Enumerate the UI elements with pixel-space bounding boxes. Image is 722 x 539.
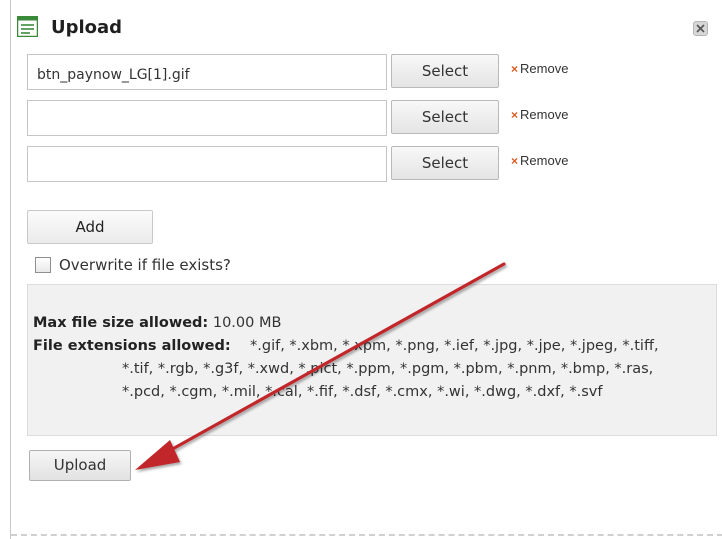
dialog-bottom-edge: [11, 534, 722, 536]
select-button[interactable]: Select: [391, 146, 499, 180]
file-path-input[interactable]: [27, 100, 387, 136]
max-size-label: Max file size allowed:: [33, 315, 209, 331]
remove-label: Remove: [520, 61, 569, 76]
remove-label: Remove: [520, 153, 569, 168]
remove-label: Remove: [520, 107, 569, 122]
upload-info-panel: Max file size allowed: 10.00 MB File ext…: [27, 284, 717, 436]
close-icon: [696, 24, 705, 33]
file-row: Select × Remove: [27, 100, 707, 138]
overwrite-label: Overwrite if file exists?: [59, 256, 231, 274]
file-path-input[interactable]: [27, 146, 387, 182]
select-button[interactable]: Select: [391, 54, 499, 88]
remove-x-icon: ×: [511, 108, 519, 122]
select-button[interactable]: Select: [391, 100, 499, 134]
add-button[interactable]: Add: [27, 210, 153, 244]
file-path-input[interactable]: btn_paynow_LG[1].gif: [27, 54, 387, 90]
extensions-line-1: *.gif, *.xbm, *.xpm, *.png, *.ief, *.jpg…: [250, 338, 659, 354]
remove-link[interactable]: × Remove: [511, 61, 568, 76]
max-size-value: 10.00 MB: [212, 315, 282, 331]
extensions-label-line: File extensions allowed:: [33, 338, 231, 354]
title-bar: Upload: [11, 0, 722, 52]
form-icon: [16, 15, 39, 38]
extensions-label: File extensions allowed:: [33, 338, 231, 354]
overwrite-checkbox[interactable]: [35, 257, 51, 273]
remove-link[interactable]: × Remove: [511, 153, 568, 168]
close-button[interactable]: [693, 21, 708, 36]
extensions-line-3: *.pcd, *.cgm, *.mil, *.cal, *.fif, *.dsf…: [122, 384, 603, 400]
remove-x-icon: ×: [511, 62, 519, 76]
remove-link[interactable]: × Remove: [511, 107, 568, 122]
file-row: Select × Remove: [27, 146, 707, 184]
file-row: btn_paynow_LG[1].gif Select × Remove: [27, 54, 707, 92]
upload-button[interactable]: Upload: [29, 450, 131, 481]
max-size-line: Max file size allowed: 10.00 MB: [33, 315, 281, 331]
dialog-title: Upload: [51, 17, 123, 38]
remove-x-icon: ×: [511, 154, 519, 168]
extensions-line-2: *.tif, *.rgb, *.g3f, *.xwd, *.pict, *.pp…: [122, 361, 654, 377]
upload-dialog: Upload btn_paynow_LG[1].gif Select × Remo…: [10, 0, 722, 539]
